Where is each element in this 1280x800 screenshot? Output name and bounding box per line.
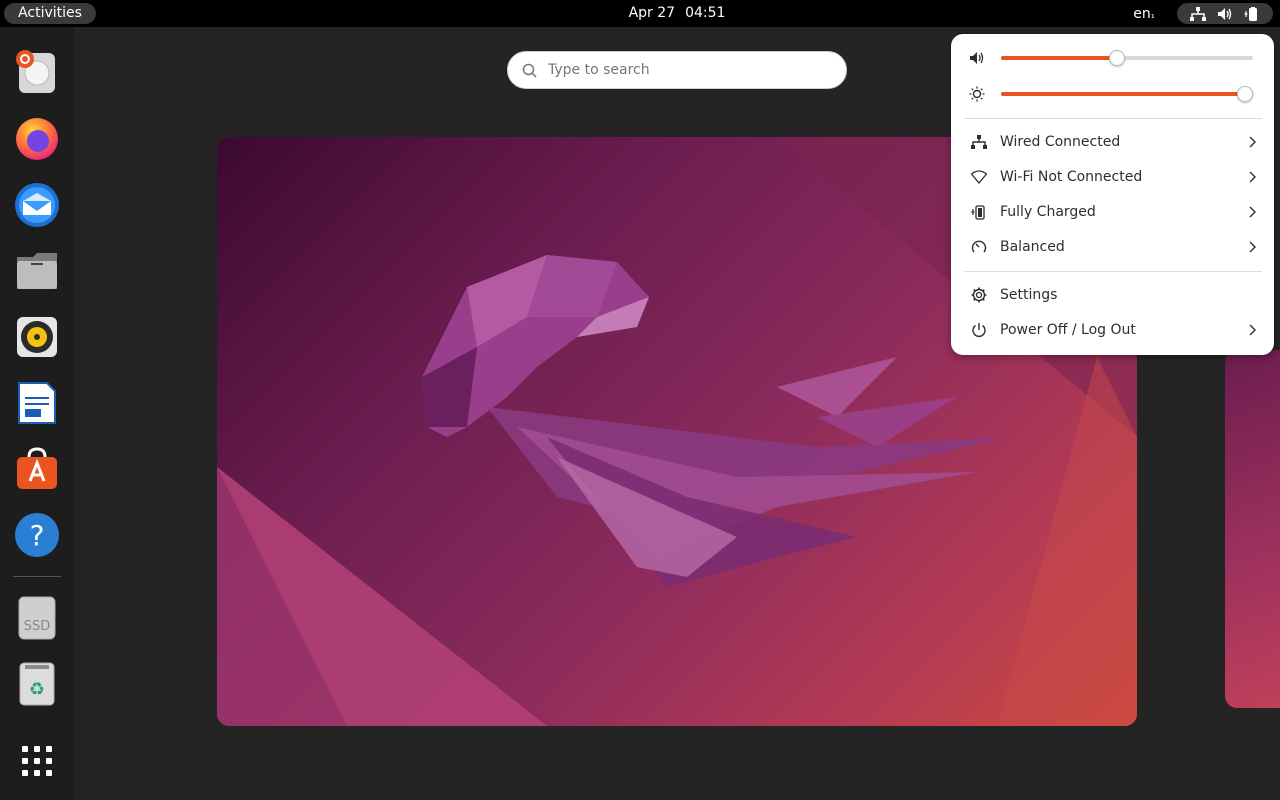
settings-item[interactable]: Settings — [964, 279, 1262, 311]
activities-button[interactable]: Activities — [4, 3, 96, 24]
wifi-icon — [964, 170, 994, 184]
battery-label: Fully Charged — [1000, 204, 1096, 220]
show-apps-icon[interactable] — [13, 737, 61, 785]
system-tray[interactable] — [1177, 3, 1273, 24]
dock: ? SSD ♻ — [0, 27, 74, 800]
ssd-label: SSD — [23, 619, 51, 634]
wired-connected-label: Wired Connected — [1000, 134, 1121, 150]
volume-slider-knob[interactable] — [1108, 50, 1125, 66]
power-mode-label: Balanced — [1000, 239, 1065, 255]
chevron-right-icon — [1242, 171, 1262, 183]
rhythmbox-icon[interactable] — [13, 313, 61, 361]
language-label: en — [1133, 6, 1151, 22]
trash-icon[interactable]: ♻ — [13, 659, 61, 707]
volume-slider-track[interactable] — [1001, 50, 1253, 66]
language-suffix: ₁ — [1150, 10, 1155, 21]
chevron-right-icon — [1242, 241, 1262, 253]
power-profile-icon — [964, 239, 994, 255]
brightness-slider-fill — [1001, 92, 1246, 96]
battery-icon — [1244, 6, 1260, 21]
search-input[interactable] — [548, 52, 838, 88]
battery-item[interactable]: Fully Charged — [964, 196, 1262, 228]
firefox-icon[interactable] — [13, 115, 61, 163]
settings-label: Settings — [1000, 287, 1058, 303]
battery-icon — [964, 204, 994, 220]
power-icon — [964, 322, 994, 338]
libreoffice-writer-icon[interactable] — [13, 379, 61, 427]
volume-icon — [1217, 7, 1233, 21]
volume-icon — [969, 50, 985, 70]
wired-network-icon — [964, 135, 994, 149]
next-workspace-thumbnail[interactable] — [1225, 350, 1280, 708]
chevron-right-icon — [1242, 136, 1262, 148]
installer-icon[interactable] — [13, 49, 61, 97]
power-off-item[interactable]: Power Off / Log Out — [964, 314, 1262, 346]
menu-divider — [964, 271, 1262, 272]
volume-slider[interactable] — [969, 46, 1259, 70]
wifi-label: Wi-Fi Not Connected — [1000, 169, 1143, 185]
quick-settings-menu: Wired Connected Wi-Fi Not Connected Full… — [951, 34, 1274, 355]
app-center-icon[interactable] — [13, 445, 61, 493]
brightness-icon — [969, 86, 985, 106]
chevron-right-icon — [1242, 206, 1262, 218]
power-mode-item[interactable]: Balanced — [964, 231, 1262, 263]
date-label: Apr 27 — [628, 5, 676, 21]
help-icon[interactable]: ? — [13, 511, 61, 559]
brightness-slider-knob[interactable] — [1237, 86, 1254, 102]
wifi-item[interactable]: Wi-Fi Not Connected — [964, 161, 1262, 193]
brightness-slider[interactable] — [969, 82, 1259, 106]
network-icon — [1190, 6, 1207, 21]
language-indicator[interactable]: en₁ — [1128, 4, 1160, 26]
top-bar: Activities Apr 27 04:51 en₁ — [0, 0, 1280, 27]
brightness-slider-track[interactable] — [1001, 86, 1254, 102]
wired-connected-item[interactable]: Wired Connected — [964, 126, 1262, 158]
files-icon[interactable] — [13, 247, 61, 295]
power-off-label: Power Off / Log Out — [1000, 322, 1136, 338]
search-icon — [522, 63, 538, 83]
thunderbird-icon[interactable] — [13, 181, 61, 229]
svg-text:♻: ♻ — [29, 679, 45, 700]
volume-slider-fill — [1001, 56, 1117, 60]
time-label: 04:51 — [685, 5, 726, 21]
chevron-right-icon — [1242, 324, 1262, 336]
clock-button[interactable]: Apr 27 04:51 — [600, 3, 754, 24]
ssd-drive-icon[interactable]: SSD — [13, 593, 61, 641]
menu-divider — [964, 118, 1262, 119]
dock-separator — [13, 576, 61, 577]
gear-icon — [964, 287, 994, 303]
svg-text:?: ? — [30, 519, 45, 552]
search-bar[interactable] — [507, 51, 847, 89]
